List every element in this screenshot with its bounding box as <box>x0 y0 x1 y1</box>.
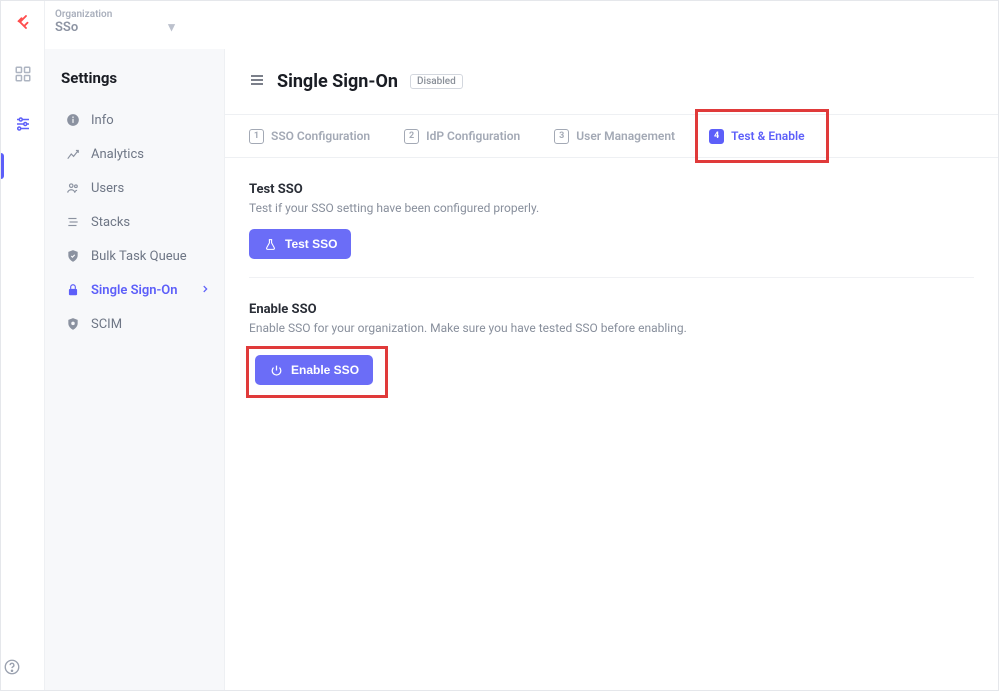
tab-label: Test & Enable <box>731 129 804 143</box>
tab-label: SSO Configuration <box>271 129 370 143</box>
org-label: Organization <box>55 9 175 20</box>
content-row: Settings Info Analytics <box>45 49 998 690</box>
section-title: Test SSO <box>249 182 974 197</box>
tab-number: 4 <box>709 129 724 144</box>
button-label: Enable SSO <box>291 363 359 377</box>
flask-icon <box>263 237 277 251</box>
page-title: Single Sign-On <box>277 71 398 92</box>
page-header: Single Sign-On Disabled <box>249 71 974 92</box>
rail-active-indicator <box>1 153 4 179</box>
help-icon[interactable] <box>1 656 23 678</box>
top-bar: Organization SSo ▾ <box>45 1 998 49</box>
tab-sso-configuration[interactable]: 1 SSO Configuration <box>249 115 370 157</box>
test-sso-button[interactable]: Test SSO <box>249 229 351 259</box>
sidebar-item-label: Single Sign-On <box>91 283 178 298</box>
hamburger-icon[interactable] <box>249 72 265 92</box>
sidebar-item-info[interactable]: Info <box>59 103 216 137</box>
sidebar-item-label: Info <box>91 113 114 128</box>
users-icon <box>65 180 81 196</box>
tab-user-management[interactable]: 3 User Management <box>554 115 675 157</box>
sidebar-item-label: Users <box>91 181 124 196</box>
tab-label: IdP Configuration <box>426 129 520 143</box>
tab-test-enable[interactable]: 4 Test & Enable <box>709 115 804 157</box>
sidebar-item-stacks[interactable]: Stacks <box>59 205 216 239</box>
button-label: Test SSO <box>285 237 337 251</box>
section-title: Enable SSO <box>249 302 974 317</box>
power-icon <box>269 363 283 377</box>
sidebar-item-bulk-task-queue[interactable]: Bulk Task Queue <box>59 239 216 273</box>
wizard-tabs: 1 SSO Configuration 2 IdP Configuration … <box>225 114 998 158</box>
section-desc: Test if your SSO setting have been confi… <box>249 201 974 215</box>
nav-rail <box>1 1 45 690</box>
rail-dashboard-icon[interactable] <box>12 63 34 85</box>
section-enable-sso: Enable SSO Enable SSO for your organizat… <box>249 302 974 395</box>
highlight-box: Enable SSO <box>249 349 385 395</box>
section-test-sso: Test SSO Test if your SSO setting have b… <box>249 182 974 259</box>
sidebar-item-label: Stacks <box>91 215 130 230</box>
sidebar-item-label: Bulk Task Queue <box>91 249 187 264</box>
sidebar-title: Settings <box>59 69 216 87</box>
sidebar-item-scim[interactable]: SCIM <box>59 307 216 341</box>
tab-idp-configuration[interactable]: 2 IdP Configuration <box>404 115 520 157</box>
body-row: Organization SSo ▾ Settings Info <box>1 1 998 690</box>
tab-number: 3 <box>554 129 569 144</box>
sidebar-item-analytics[interactable]: Analytics <box>59 137 216 171</box>
info-icon <box>65 112 81 128</box>
rail-settings-icon[interactable] <box>12 113 34 135</box>
settings-sidebar: Settings Info Analytics <box>45 49 225 690</box>
analytics-icon <box>65 146 81 162</box>
lock-icon <box>65 282 81 298</box>
main-column: Organization SSo ▾ Settings Info <box>45 1 998 690</box>
status-badge: Disabled <box>410 74 463 89</box>
chevron-down-icon: ▾ <box>168 20 175 35</box>
chevron-right-icon <box>200 283 210 298</box>
org-value: SSo <box>55 20 78 35</box>
scim-icon <box>65 316 81 332</box>
app-frame: Organization SSo ▾ Settings Info <box>0 0 999 691</box>
sidebar-item-single-sign-on[interactable]: Single Sign-On <box>59 273 216 307</box>
section-desc: Enable SSO for your organization. Make s… <box>249 321 974 335</box>
page-content: Single Sign-On Disabled 1 SSO Configurat… <box>225 49 998 690</box>
enable-sso-button[interactable]: Enable SSO <box>255 355 373 385</box>
tab-number: 1 <box>249 129 264 144</box>
org-selector[interactable]: Organization SSo ▾ <box>55 9 175 35</box>
tab-number: 2 <box>404 129 419 144</box>
divider <box>249 277 974 278</box>
sidebar-item-label: SCIM <box>91 317 122 332</box>
sidebar-item-label: Analytics <box>91 147 144 162</box>
tab-label: User Management <box>576 129 675 143</box>
sidebar-item-users[interactable]: Users <box>59 171 216 205</box>
brand-logo-icon <box>14 13 32 35</box>
stacks-icon <box>65 214 81 230</box>
shield-icon <box>65 248 81 264</box>
